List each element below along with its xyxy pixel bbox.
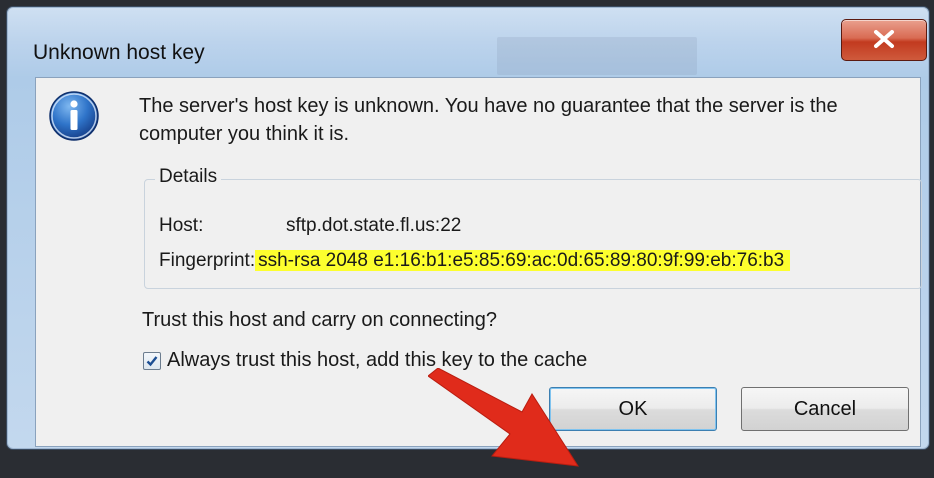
dialog-window: Unknown host key The server's host key i…	[6, 6, 930, 467]
red-arrow-annotation	[428, 368, 579, 467]
close-button[interactable]	[841, 19, 927, 61]
dialog-body: The server's host key is unknown. You ha…	[35, 77, 922, 467]
checkmark-icon	[146, 355, 158, 366]
details-legend: Details	[155, 166, 222, 188]
fingerprint-row: Fingerprint: ssh-rsa 2048 e1:16:b1:e5:85:…	[159, 250, 791, 272]
host-label: Host:	[159, 215, 204, 236]
fingerprint-value: ssh-rsa 2048 e1:16:b1:e5:85:69:ac:0d:65:…	[255, 250, 791, 271]
dialog-title: Unknown host key	[33, 41, 205, 64]
host-value: sftp.dot.state.fl.us:22	[286, 215, 462, 236]
background-window-tab	[497, 37, 697, 75]
info-icon	[49, 91, 99, 141]
close-icon	[874, 30, 894, 48]
trust-question: Trust this host and carry on connecting?	[142, 309, 497, 331]
always-trust-checkbox[interactable]	[143, 351, 161, 370]
details-group: Details Host: sftp.dot.state.fl.us:22 Fin…	[144, 166, 922, 289]
fingerprint-label: Fingerprint:	[159, 250, 256, 271]
cancel-button[interactable]: Cancel	[741, 387, 909, 431]
host-row: Host: sftp.dot.state.fl.us:22	[159, 215, 461, 237]
message-text: The server's host key is unknown. You ha…	[139, 95, 838, 145]
